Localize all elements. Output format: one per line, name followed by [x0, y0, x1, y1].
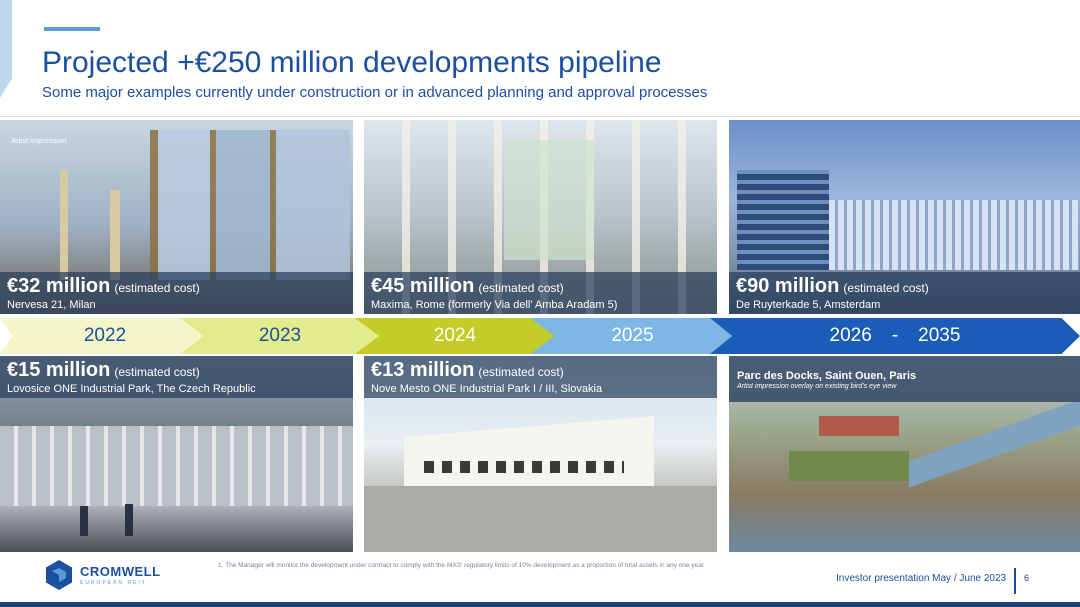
project-caption: €13 million (estimated cost) Nove Mesto O…	[364, 356, 717, 398]
title-rule	[44, 27, 100, 31]
project-location: Maxima, Rome (formerly Via dell' Amba Ar…	[371, 299, 618, 311]
timeline-year-2024: 2024	[355, 318, 555, 354]
photo-lovosice-czech: €15 million (estimated cost) Lovosice ONE…	[0, 356, 353, 552]
project-location: Nervesa 21, Milan	[7, 299, 96, 311]
park-area	[789, 451, 909, 481]
footer-bar	[0, 602, 1080, 607]
page-number: 6	[1024, 573, 1030, 583]
red-roof-building	[819, 416, 899, 436]
investor-presentation-label: Investor presentation May / June 2023	[836, 573, 1007, 584]
timeline-year-2022: 2022	[0, 318, 210, 354]
page-number-divider	[1014, 568, 1016, 594]
warehouse-building	[404, 416, 654, 486]
project-location: Lovosice ONE Industrial Park, The Czech …	[7, 383, 256, 395]
office-building	[829, 200, 1079, 270]
timeline-year-2025: 2025	[530, 318, 735, 354]
parking-lot	[364, 486, 717, 552]
worker-figure	[80, 506, 88, 536]
parc-title: Parc des Docks, Saint Ouen, Paris	[737, 370, 917, 382]
artist-impression-note: Artist impression	[11, 136, 67, 145]
range-end: 2035	[918, 325, 961, 346]
cromwell-logo-icon	[46, 560, 72, 590]
column-shape	[60, 170, 68, 280]
range-start: 2026	[829, 325, 872, 346]
column-shape	[110, 190, 120, 280]
timeline-range-2026-2035: 2026 - 2035	[710, 318, 1080, 354]
tower-building	[737, 170, 829, 270]
range-separator: -	[891, 325, 899, 346]
left-accent-bar	[0, 0, 12, 98]
logo-subtitle: EUROPEAN REIT	[80, 580, 147, 586]
footnote: 1. The Manager will monitor the developm…	[218, 562, 704, 569]
estimated-cost-label: (estimated cost)	[114, 365, 200, 379]
logo-name: CROMWELL	[80, 564, 161, 579]
parc-note: Artist impression overlay on existing bi…	[737, 383, 897, 390]
timeline: 2022 2023 2024 2025 2026 - 2035	[0, 318, 1080, 354]
project-caption: €90 million (estimated cost) De Ruyterkad…	[729, 272, 1080, 314]
river-shape	[909, 396, 1080, 552]
estimated-cost-label: (estimated cost)	[478, 365, 564, 379]
project-caption: €45 million (estimated cost) Maxima, Rome…	[364, 272, 717, 314]
project-amount: €15 million	[7, 359, 111, 381]
project-caption: €15 million (estimated cost) Lovosice ONE…	[0, 356, 353, 398]
page-subtitle: Some major examples currently under cons…	[42, 84, 708, 101]
project-caption: €32 million (estimated cost) Nervesa 21, …	[0, 272, 353, 314]
loading-docks	[424, 461, 624, 473]
photo-nove-mesto-slovakia: €13 million (estimated cost) Nove Mesto O…	[364, 356, 717, 552]
project-location: Nove Mesto ONE Industrial Park I / III, …	[371, 383, 603, 395]
header-divider	[0, 116, 1080, 117]
photo-de-ruyterkade-amsterdam: €90 million (estimated cost) De Ruyterkad…	[729, 120, 1080, 314]
cromwell-logo: CROMWELL EUROPEAN REIT	[46, 560, 161, 590]
estimated-cost-label: (estimated cost)	[114, 281, 200, 295]
page-title: Projected +€250 million developments pip…	[42, 46, 662, 79]
photo-nervesa-milan: €32 million (estimated cost) Nervesa 21, …	[0, 120, 353, 314]
garden-view	[504, 140, 594, 260]
timeline-year-2023: 2023	[180, 318, 380, 354]
project-amount: €13 million	[371, 359, 475, 381]
warehouse-roof	[0, 426, 353, 506]
project-amount: €45 million	[371, 275, 475, 297]
photo-maxima-rome: €45 million (estimated cost) Maxima, Rome…	[364, 120, 717, 314]
estimated-cost-label: (estimated cost)	[843, 281, 929, 295]
project-amount: €32 million	[7, 275, 111, 297]
worker-figure	[125, 504, 133, 536]
parc-des-docks-caption: Parc des Docks, Saint Ouen, Paris Artist…	[729, 356, 1080, 402]
project-location: De Ruyterkade 5, Amsterdam	[736, 299, 881, 311]
estimated-cost-label: (estimated cost)	[478, 281, 564, 295]
building-facade	[150, 130, 350, 280]
project-amount: €90 million	[736, 275, 840, 297]
